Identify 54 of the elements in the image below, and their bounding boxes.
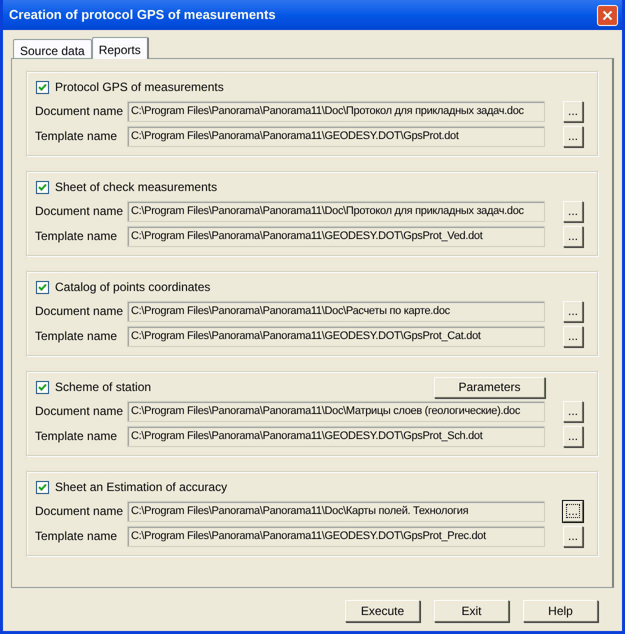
browse-button[interactable]: ... [563,400,583,422]
browse-button[interactable]: ... [563,326,583,346]
field-label: Document name [35,203,124,220]
tab[interactable]: Source data [13,39,92,58]
path-field[interactable]: C:\Program Files\Panorama\Panorama11\GEODESY.DOT\GpsProt_Sch.dot [127,426,545,446]
tab[interactable]: Reports [92,37,149,59]
path-field[interactable]: C:\Program Files\Panorama\Panorama11\Doc\Расчеты по карте.doc [127,300,545,322]
report-checkbox[interactable] [36,480,49,494]
report-checkbox[interactable] [36,380,49,394]
field-label: Template name [35,328,118,345]
path-field[interactable]: C:\Program Files\Panorama\Panorama11\Doc\Протокол для прикладных задач.doc [127,200,545,222]
close-button[interactable] [597,4,618,26]
checkbox-label: Sheet an Estimation of accuracy [55,479,228,496]
check-icon [38,382,47,392]
path-field[interactable]: C:\Program Files\Panorama\Panorama11\Doc\Карты полей. Технология [127,500,545,522]
field-label: Document name [35,303,124,320]
report-checkbox[interactable] [36,80,49,94]
checkbox-label: Sheet of check measurements [55,179,218,196]
field-label: Document name [35,403,124,420]
path-field[interactable]: C:\Program Files\Panorama\Panorama11\Doc\Матрицы слоев (геологические).doc [127,400,545,422]
path-field[interactable]: C:\Program Files\Panorama\Panorama11\GEODESY.DOT\GpsProt_Prec.dot [127,526,545,546]
field-label: Document name [35,503,124,520]
browse-button[interactable]: ... [563,200,583,222]
dialog-button[interactable]: Help [523,600,598,622]
field-label: Template name [35,428,118,445]
checkbox-label: Catalog of points coordinates [55,279,210,296]
check-icon [38,182,47,192]
field-label: Document name [35,103,124,120]
check-icon [38,482,47,492]
path-field[interactable]: C:\Program Files\Panorama\Panorama11\GEODESY.DOT\GpsProt.dot [127,126,545,146]
parameters-button[interactable]: Parameters [434,376,545,398]
browse-button[interactable]: ... [563,100,583,122]
dialog-button[interactable]: Exit [434,600,509,622]
browse-button[interactable]: ... [563,500,583,522]
path-field[interactable]: C:\Program Files\Panorama\Panorama11\Doc\Протокол для прикладных задач.doc [127,100,545,122]
browse-button[interactable]: ... [563,300,583,322]
window-title: Creation of protocol GPS of measurements [9,6,276,24]
checkbox-label: Scheme of station [55,379,152,396]
browse-button[interactable]: ... [563,426,583,446]
browse-button[interactable]: ... [563,126,583,146]
field-label: Template name [35,528,118,545]
path-field[interactable]: C:\Program Files\Panorama\Panorama11\GEODESY.DOT\GpsProt_Cat.dot [127,326,545,346]
close-icon [602,10,613,20]
dialog-button[interactable]: Execute [345,600,420,622]
report-checkbox[interactable] [36,280,49,294]
browse-button[interactable]: ... [563,526,583,546]
check-icon [38,282,47,292]
path-field[interactable]: C:\Program Files\Panorama\Panorama11\GEODESY.DOT\GpsProt_Ved.dot [127,226,545,246]
field-label: Template name [35,228,118,245]
check-icon [38,82,47,92]
browse-button[interactable]: ... [563,226,583,246]
report-checkbox[interactable] [36,180,49,194]
field-label: Template name [35,128,118,145]
checkbox-label: Protocol GPS of measurements [55,79,224,96]
